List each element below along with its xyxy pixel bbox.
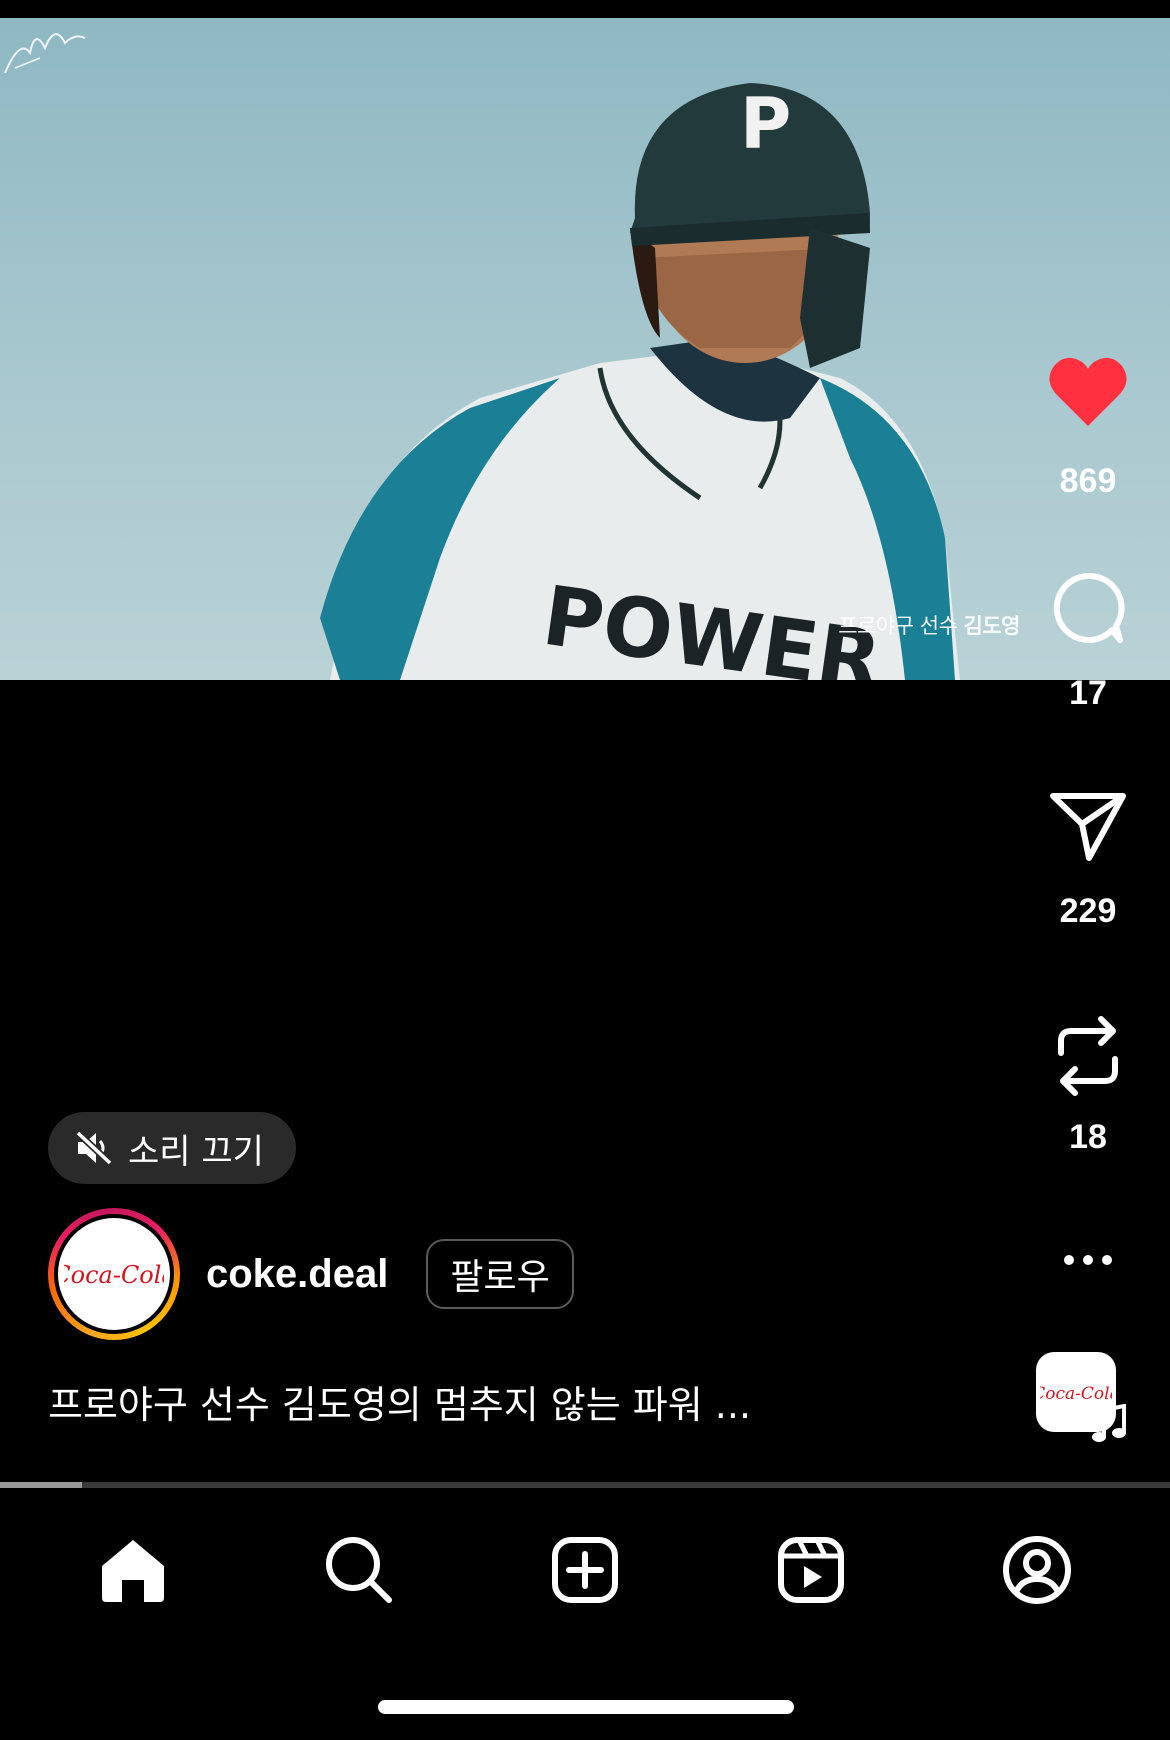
comment-count: 17 bbox=[1069, 674, 1107, 712]
home-indicator[interactable] bbox=[378, 1700, 794, 1714]
mute-button[interactable]: 소리 끄기 bbox=[48, 1112, 296, 1184]
reels-icon bbox=[778, 1537, 844, 1603]
remix-count: 18 bbox=[1069, 1118, 1107, 1156]
share-button[interactable] bbox=[1048, 786, 1128, 866]
repost-icon bbox=[1058, 1016, 1118, 1096]
nav-profile[interactable] bbox=[989, 1522, 1085, 1618]
nav-create[interactable] bbox=[537, 1522, 633, 1618]
nav-home[interactable] bbox=[85, 1522, 181, 1618]
coca-cola-logo: Coca-Cola bbox=[64, 1261, 164, 1289]
heart-icon bbox=[1049, 357, 1127, 426]
svg-text:Coca-Cola: Coca-Cola bbox=[1040, 1384, 1112, 1404]
bottom-nav bbox=[0, 1490, 1170, 1650]
video-frame: P POWER bbox=[320, 83, 960, 680]
remix-button[interactable] bbox=[1048, 1016, 1128, 1096]
create-icon bbox=[552, 1537, 618, 1603]
like-button[interactable] bbox=[1048, 352, 1128, 432]
video-progress-fill bbox=[0, 1482, 82, 1488]
reels-screen: P POWER 프로야구 선수 김도영 869 17 229 18 소리 끄기 … bbox=[0, 0, 1170, 1740]
video-player[interactable]: P POWER 프로야구 선수 김도영 bbox=[0, 18, 1170, 680]
comment-icon bbox=[1053, 572, 1125, 643]
post-caption[interactable]: 프로야구 선수 김도영의 멈추지 않는 파워 ... bbox=[48, 1374, 751, 1429]
search-icon bbox=[326, 1537, 392, 1603]
video-overlay-caption: 프로야구 선수 김도영 bbox=[838, 610, 1020, 640]
caption-prefix: 프로야구 선수 bbox=[838, 614, 958, 638]
follow-button[interactable]: 팔로우 bbox=[426, 1239, 574, 1309]
action-rail: 869 17 229 18 bbox=[1010, 0, 1170, 1500]
profile-icon bbox=[1003, 1536, 1071, 1604]
like-count: 869 bbox=[1059, 462, 1117, 500]
share-count: 229 bbox=[1059, 892, 1117, 930]
nav-reels[interactable] bbox=[763, 1522, 859, 1618]
send-icon bbox=[1050, 793, 1126, 861]
avatar[interactable]: Coca-Cola bbox=[48, 1208, 180, 1340]
music-note-icon bbox=[1092, 1404, 1126, 1442]
home-icon bbox=[102, 1540, 164, 1602]
more-icon bbox=[1064, 1255, 1112, 1265]
author-row: Coca-Cola coke.deal 팔로우 bbox=[48, 1208, 574, 1340]
signature-icon bbox=[4, 33, 86, 74]
video-progress-bar[interactable] bbox=[0, 1482, 1170, 1488]
username[interactable]: coke.deal bbox=[206, 1252, 388, 1297]
nav-search[interactable] bbox=[311, 1522, 407, 1618]
svg-text:Coca-Cola: Coca-Cola bbox=[64, 1261, 164, 1289]
comment-button[interactable] bbox=[1048, 568, 1128, 648]
mute-label: 소리 끄기 bbox=[128, 1131, 264, 1172]
speaker-muted-icon bbox=[75, 1130, 113, 1166]
more-options-button[interactable] bbox=[1048, 1220, 1128, 1300]
helmet-letter: P bbox=[740, 83, 791, 165]
